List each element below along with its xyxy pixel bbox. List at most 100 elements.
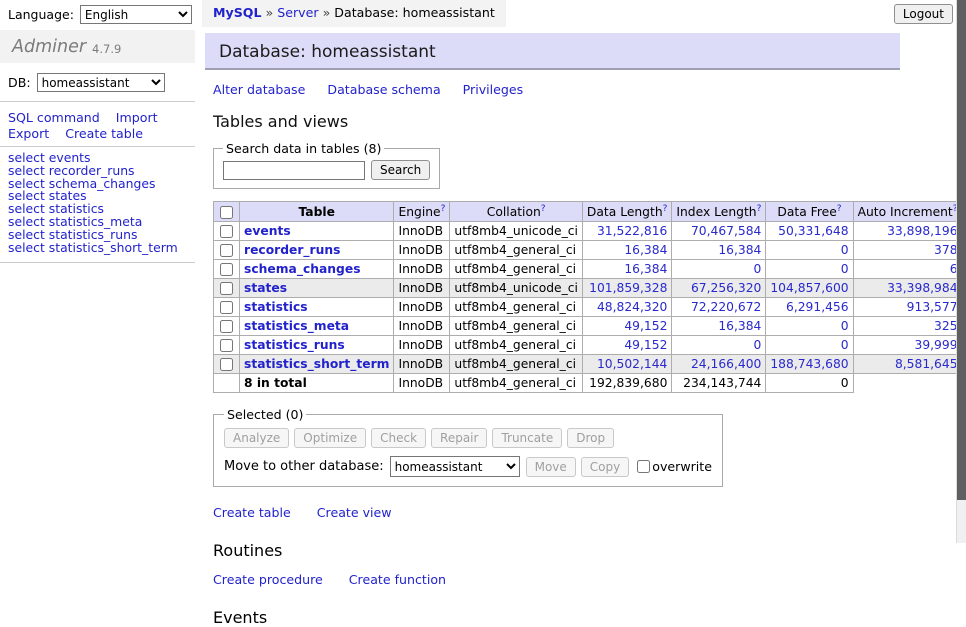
table-name-link[interactable]: events — [244, 224, 291, 238]
data-free-cell: 0 — [766, 260, 853, 279]
column-header-collation: Collation? — [450, 202, 583, 222]
link-create-table[interactable]: Create table — [213, 505, 291, 520]
auto-increment-cell: 8,581,645 — [853, 355, 962, 374]
table-name-link[interactable]: statistics — [244, 300, 308, 314]
engine-cell: InnoDB — [394, 222, 450, 241]
search-button[interactable]: Search — [371, 160, 430, 180]
sidebar-action-create-table[interactable]: Create table — [65, 126, 143, 142]
row-checkbox[interactable] — [220, 320, 233, 333]
move-buttons: MoveCopy — [526, 457, 630, 477]
row-checkbox-cell — [214, 260, 240, 279]
row-checkbox[interactable] — [220, 301, 233, 314]
table-name-link[interactable]: states — [244, 281, 287, 295]
row-checkbox[interactable] — [220, 244, 233, 257]
sidebar-action-import[interactable]: Import — [116, 110, 158, 126]
table-name-cell: events — [240, 222, 394, 241]
table-name-link[interactable]: statistics_short_term — [244, 357, 389, 371]
row-checkbox[interactable] — [220, 358, 233, 371]
adminer-logo: Adminer — [12, 37, 86, 57]
column-header-table: Table — [240, 202, 394, 222]
table-name-link[interactable]: schema_changes — [244, 262, 361, 276]
link-create-view[interactable]: Create view — [317, 505, 392, 520]
move-button[interactable]: Move — [526, 457, 576, 477]
auto-increment-cell: 325 — [853, 317, 962, 336]
engine-cell: InnoDB — [394, 279, 450, 298]
index-length-cell: 16,384 — [672, 317, 766, 336]
row-checkbox[interactable] — [220, 225, 233, 238]
database-nav-links: Alter database Database schema Privileges — [213, 82, 913, 97]
check-button[interactable]: Check — [371, 428, 426, 448]
index-length-cell: 24,166,400 — [672, 355, 766, 374]
move-row: Move to other database: homeassistant Mo… — [224, 456, 712, 477]
footer-total-cell: 8 in total — [240, 374, 394, 393]
table-name-cell: statistics_meta — [240, 317, 394, 336]
help-icon[interactable]: ? — [837, 204, 842, 214]
help-icon[interactable]: ? — [541, 204, 546, 214]
auto-increment-cell: 6 — [853, 260, 962, 279]
breadcrumb-link-server[interactable]: Server — [277, 5, 318, 20]
table-name-cell: schema_changes — [240, 260, 394, 279]
select-all-checkbox[interactable] — [220, 206, 233, 219]
data-free-cell: 50,331,648 — [766, 222, 853, 241]
nav-link-alter-database[interactable]: Alter database — [213, 82, 305, 97]
repair-button[interactable]: Repair — [431, 428, 487, 448]
data-length-cell: 48,824,320 — [582, 298, 671, 317]
table-name-link[interactable]: recorder_runs — [244, 243, 340, 257]
copy-button[interactable]: Copy — [581, 457, 629, 477]
optimize-button[interactable]: Optimize — [294, 428, 366, 448]
data-free-cell: 104,857,600 — [766, 279, 853, 298]
collation-cell: utf8mb4_general_ci — [450, 260, 583, 279]
row-checkbox-cell — [214, 336, 240, 355]
overwrite-label: overwrite — [652, 459, 712, 474]
row-checkbox[interactable] — [220, 263, 233, 276]
footer-index-length-cell: 234,143,744 — [672, 374, 766, 393]
help-icon[interactable]: ? — [663, 204, 668, 214]
help-icon[interactable]: ? — [757, 204, 762, 214]
breadcrumb-link-mysql[interactable]: MySQL — [213, 5, 262, 20]
select-all-header-cell — [214, 202, 240, 222]
language-row: Language: English — [8, 5, 192, 24]
data-length-cell: 101,859,328 — [582, 279, 671, 298]
overwrite-checkbox[interactable] — [637, 460, 650, 473]
nav-link-database-schema[interactable]: Database schema — [327, 82, 440, 97]
collation-cell: utf8mb4_general_ci — [450, 355, 583, 374]
table-name-link[interactable]: statistics_meta — [244, 319, 349, 333]
link-create-procedure[interactable]: Create procedure — [213, 572, 323, 587]
move-db-select[interactable]: homeassistant — [390, 456, 520, 477]
engine-cell: InnoDB — [394, 336, 450, 355]
table-row: recorder_runsInnoDButf8mb4_general_ci16,… — [214, 241, 966, 260]
sidebar-action-sql-command[interactable]: SQL command — [8, 110, 100, 126]
footer-empty-area — [853, 374, 966, 393]
table-name-link[interactable]: statistics_runs — [244, 338, 345, 352]
column-header-engine: Engine? — [394, 202, 450, 222]
data-length-cell: 10,502,144 — [582, 355, 671, 374]
table-body: eventsInnoDButf8mb4_unicode_ci31,522,816… — [214, 222, 966, 374]
analyze-button[interactable]: Analyze — [224, 428, 289, 448]
logout-button[interactable]: Logout — [894, 4, 953, 24]
adminer-version: 4.7.9 — [92, 38, 121, 56]
table-row: statistics_short_termInnoDButf8mb4_gener… — [214, 355, 966, 374]
index-length-cell: 0 — [672, 336, 766, 355]
row-checkbox-cell — [214, 317, 240, 336]
sidebar-action-export[interactable]: Export — [8, 126, 49, 142]
link-create-function[interactable]: Create function — [349, 572, 446, 587]
row-checkbox[interactable] — [220, 339, 233, 352]
page-title: Database: homeassistant — [205, 33, 900, 70]
auto-increment-cell: 39,999 — [853, 336, 962, 355]
language-select[interactable]: English — [80, 5, 192, 24]
help-icon[interactable]: ? — [441, 204, 446, 214]
sidebar-item-select-statistics-short-term[interactable]: select statistics_short_term — [8, 242, 178, 255]
table-name-cell: recorder_runs — [240, 241, 394, 260]
search-input[interactable] — [223, 161, 365, 180]
tables-heading: Tables and views — [213, 112, 913, 131]
scrollbar-thumb[interactable] — [957, 0, 966, 500]
nav-link-privileges[interactable]: Privileges — [463, 82, 524, 97]
truncate-button[interactable]: Truncate — [492, 428, 562, 448]
row-checkbox-cell — [214, 222, 240, 241]
engine-cell: InnoDB — [394, 317, 450, 336]
db-select[interactable]: homeassistant — [37, 73, 165, 92]
row-checkbox[interactable] — [220, 282, 233, 295]
drop-button[interactable]: Drop — [567, 428, 614, 448]
vertical-scrollbar[interactable] — [956, 0, 966, 543]
table-footer-row: 8 in totalInnoDButf8mb4_general_ci192,83… — [214, 374, 966, 393]
